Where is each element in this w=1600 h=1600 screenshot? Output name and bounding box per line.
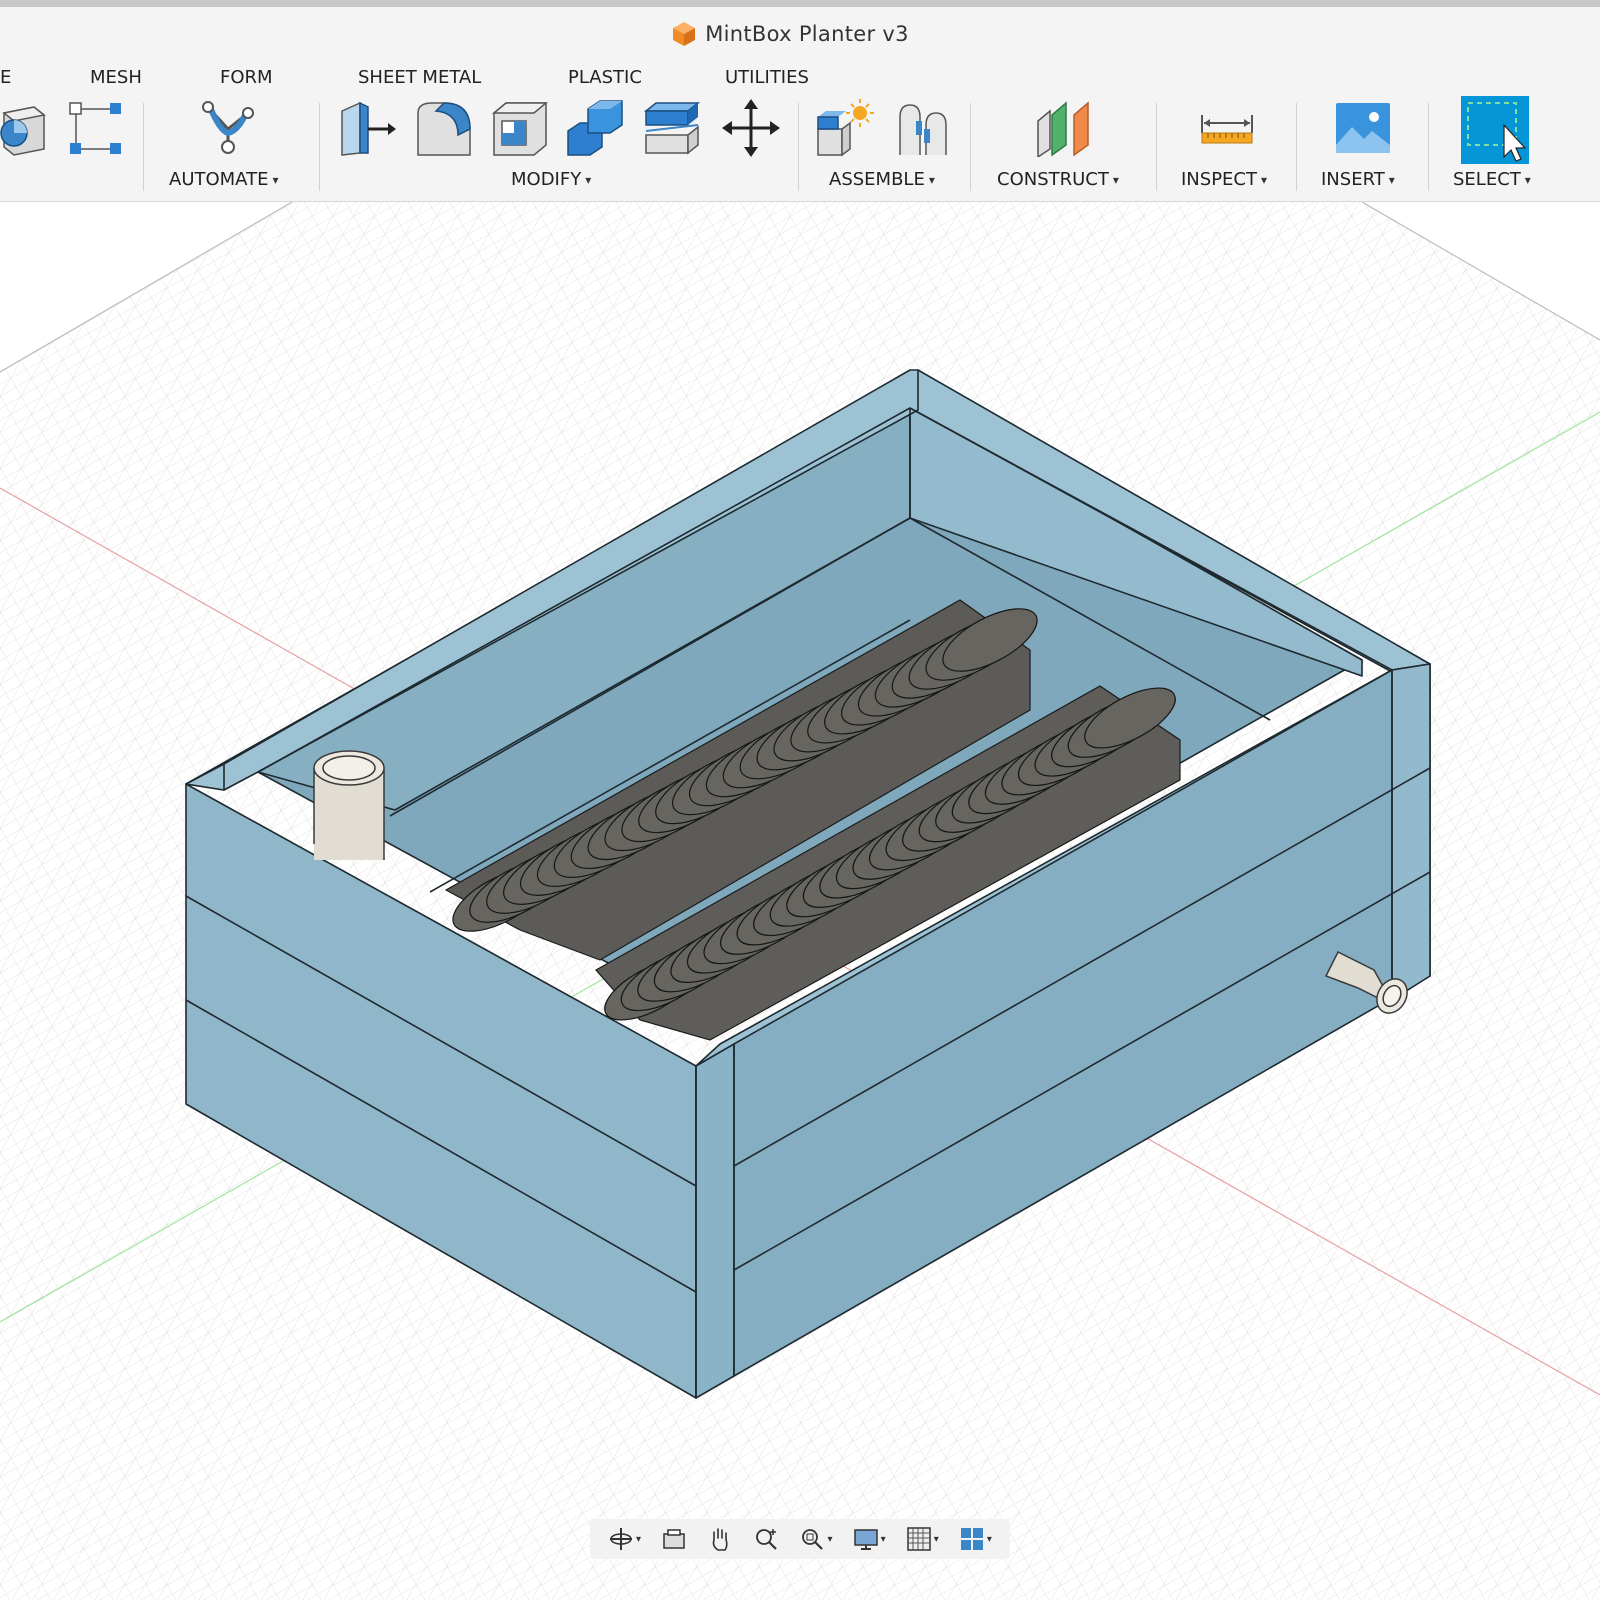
drain-pipe-top[interactable] <box>313 750 385 860</box>
zoom-button[interactable] <box>753 1526 779 1552</box>
toolbar-separator <box>970 103 971 191</box>
toolbar-separator <box>319 103 320 191</box>
fillet-tool-icon[interactable] <box>414 99 472 157</box>
insert-group-label[interactable]: INSERT ▾ <box>1321 169 1395 190</box>
chevron-down-icon: ▾ <box>880 1533 886 1545</box>
workspace-tabs: E MESH FORM SHEET METAL PLASTIC UTILITIE… <box>0 61 1600 97</box>
navigation-bar: ▾ ▾ ▾ ▾ ▾ <box>590 1519 1010 1559</box>
document-title: MintBox Planter v3 <box>705 22 909 46</box>
combine-tool-icon[interactable] <box>566 99 624 157</box>
select-group-label[interactable]: SELECT ▾ <box>1453 169 1531 190</box>
pan-button[interactable] <box>707 1526 733 1552</box>
title-bar: MintBox Planter v3 <box>0 7 1600 61</box>
assemble-group-label[interactable]: ASSEMBLE ▾ <box>829 169 935 190</box>
orbit-button[interactable]: ▾ <box>608 1526 641 1552</box>
canvas-viewport[interactable] <box>0 202 1600 1600</box>
modify-group-label[interactable]: MODIFY ▾ <box>511 169 591 190</box>
toolbar-separator <box>798 103 799 191</box>
chevron-down-icon: ▾ <box>585 172 592 187</box>
tab-sheet-metal[interactable]: SHEET METAL <box>358 67 481 88</box>
tab-form[interactable]: FORM <box>220 67 273 88</box>
grid-settings-button[interactable]: ▾ <box>906 1526 939 1552</box>
inspect-group-label[interactable]: INSPECT ▾ <box>1181 169 1267 190</box>
insert-image-icon[interactable] <box>1334 99 1392 157</box>
measure-tool-icon[interactable] <box>1198 99 1256 157</box>
construct-group-label[interactable]: CONSTRUCT ▾ <box>997 169 1119 190</box>
grid-settings-icon <box>906 1527 931 1551</box>
window-top-strip <box>0 0 1600 7</box>
select-tool-icon[interactable] <box>1460 95 1530 165</box>
pan-icon <box>712 1528 728 1551</box>
toolbar-separator <box>143 103 144 191</box>
zoom-icon <box>756 1529 778 1550</box>
chevron-down-icon: ▾ <box>1261 172 1268 187</box>
tab-mesh[interactable]: MESH <box>90 67 142 88</box>
look-at-icon <box>663 1529 685 1549</box>
display-settings-button[interactable]: ▾ <box>853 1526 886 1552</box>
tab-plastic[interactable]: PLASTIC <box>568 67 642 88</box>
move-tool-icon[interactable] <box>722 99 780 157</box>
display-settings-icon <box>853 1529 878 1550</box>
new-component-tool-icon[interactable] <box>816 99 874 157</box>
automate-group-label[interactable]: AUTOMATE ▾ <box>169 169 279 190</box>
construct-plane-icon[interactable] <box>1036 99 1094 157</box>
chevron-down-icon: ▾ <box>272 172 279 187</box>
joint-tool-icon[interactable] <box>894 99 952 157</box>
fit-button[interactable]: ▾ <box>799 1526 832 1552</box>
toolbar-separator <box>1296 103 1297 191</box>
offset-face-tool-icon[interactable] <box>642 99 700 157</box>
chevron-down-icon: ▾ <box>986 1533 992 1545</box>
viewports-button[interactable]: ▾ <box>959 1526 992 1552</box>
look-at-button[interactable] <box>661 1526 687 1552</box>
model-canvas[interactable] <box>0 202 1600 1600</box>
viewports-icon <box>960 1528 983 1550</box>
shell-tool-icon[interactable] <box>490 99 548 157</box>
orbit-icon <box>610 1528 633 1550</box>
chevron-down-icon: ▾ <box>1112 172 1119 187</box>
sketch-points-tool-icon[interactable] <box>68 99 126 157</box>
toolbar: AUTOMATE ▾ MODIFY ▾ ASSEMBLE ▾ CONSTRUCT… <box>0 95 1600 202</box>
press-pull-tool-icon[interactable] <box>338 99 396 157</box>
chevron-down-icon: ▾ <box>1524 172 1531 187</box>
chevron-down-icon: ▾ <box>1388 172 1395 187</box>
fit-icon <box>802 1529 824 1550</box>
tab-partial[interactable]: E <box>0 67 11 88</box>
app-cube-icon <box>673 22 696 46</box>
automate-tool-icon[interactable] <box>200 99 258 157</box>
chevron-down-icon: ▾ <box>928 172 935 187</box>
revolve-tool-icon[interactable] <box>0 99 50 157</box>
toolbar-separator <box>1428 103 1429 191</box>
chevron-down-icon: ▾ <box>933 1533 939 1545</box>
tab-utilities[interactable]: UTILITIES <box>725 67 809 88</box>
toolbar-separator <box>1156 103 1157 191</box>
chevron-down-icon: ▾ <box>636 1533 642 1545</box>
chevron-down-icon: ▾ <box>827 1533 833 1545</box>
